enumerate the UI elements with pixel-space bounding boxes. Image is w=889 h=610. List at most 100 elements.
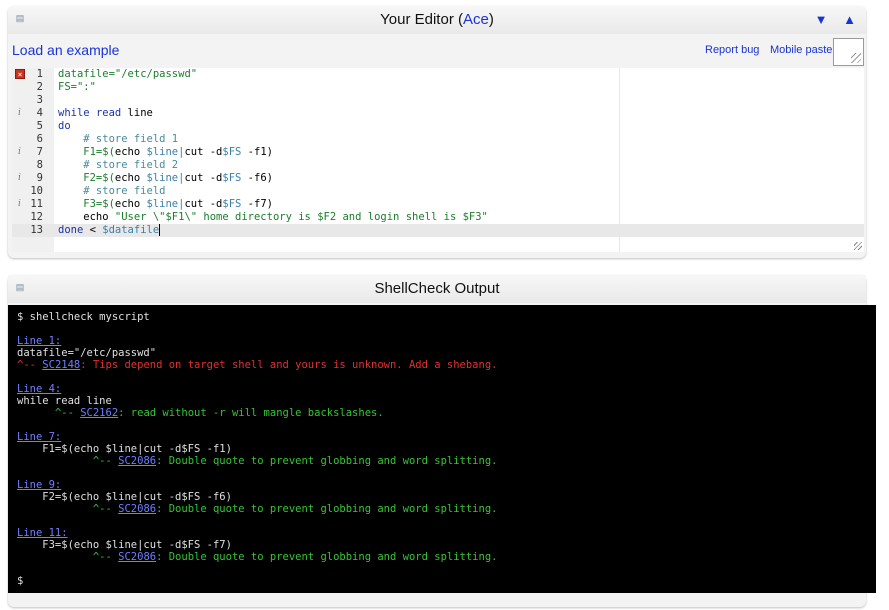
gutter-cell: 13 — [12, 224, 54, 237]
output-line: ^-- SC2162: read without -r will mangle … — [17, 407, 384, 419]
output-titlebar: ▤ ShellCheck Output — [8, 275, 866, 303]
output-text: : Tips depend on target shell and yours … — [80, 359, 498, 371]
line-ref-link[interactable]: Line 4: — [17, 383, 61, 395]
ace-link[interactable]: Ace — [463, 11, 489, 28]
gutter-cell: 6 — [12, 133, 54, 146]
code-token: echo — [114, 146, 147, 158]
line-number: 6 — [36, 133, 43, 145]
output-line: Line 4: — [17, 383, 61, 395]
code-token: $FS — [222, 172, 242, 184]
code-line[interactable]: i7 F1=$(echo $line|cut -d$FS -f1) — [12, 146, 864, 159]
line-number: 12 — [30, 211, 43, 223]
output-line: $ shellcheck myscript — [17, 311, 150, 323]
code-token: $FS — [222, 198, 242, 210]
gutter-cell: 5 — [12, 120, 54, 133]
code-line[interactable]: 10 # store field — [12, 185, 864, 198]
gutter-cell: i4 — [12, 107, 54, 120]
collapse-arrows[interactable]: ▼ ▲ — [815, 6, 862, 34]
sc-code-link[interactable]: SC2086 — [118, 455, 156, 467]
info-icon[interactable]: i — [18, 172, 21, 185]
code-text: done < $datafile — [58, 224, 161, 237]
gutter-cell: i7 — [12, 146, 54, 159]
line-ref-link[interactable]: Line 7: — [17, 431, 61, 443]
output-line: ^-- SC2086: Double quote to prevent glob… — [17, 503, 498, 515]
resize-handle-icon[interactable] — [854, 242, 862, 250]
line-number: 7 — [36, 146, 43, 158]
code-text: datafile="/etc/passwd" — [58, 68, 197, 81]
code-line[interactable]: 8 # store field 2 — [12, 159, 864, 172]
output-text: : read without -r will mangle backslashe… — [118, 407, 384, 419]
code-token: $line — [146, 146, 179, 158]
code-line[interactable]: 12 echo "User \"$F1\" home directory is … — [12, 211, 864, 224]
code-token: F3=$( — [58, 198, 115, 210]
code-text: # store field — [58, 185, 165, 198]
code-text: while read line — [58, 107, 153, 120]
load-example-link[interactable]: Load an example — [12, 42, 119, 58]
code-line[interactable]: 2 FS=":" — [12, 81, 864, 94]
output-text: ^-- — [17, 407, 81, 419]
code-token: FS=":" — [58, 81, 96, 93]
sc-code-link[interactable]: SC2086 — [118, 503, 156, 515]
code-line[interactable]: 13 done < $datafile — [12, 224, 864, 237]
code-token: -f6) — [241, 172, 273, 184]
code-token: $FS — [222, 146, 242, 158]
info-icon[interactable]: i — [18, 107, 21, 120]
info-icon[interactable]: i — [18, 198, 21, 211]
code-text: # store field 2 — [58, 159, 178, 172]
code-text: do — [58, 120, 71, 133]
code-token: read — [95, 107, 122, 119]
gutter-cell: i 11 — [12, 198, 54, 211]
mobile-paste-input[interactable] — [833, 38, 864, 66]
output-text: F2=$(echo $line|cut -d$FS -f6) — [17, 491, 232, 503]
code-line[interactable]: 5 do — [12, 120, 864, 133]
code-token: "/etc/passwd" — [114, 68, 198, 80]
output-text: : Double quote to prevent globbing and w… — [156, 503, 498, 515]
output-text: F1=$(echo $line|cut -d$FS -f1) — [17, 443, 232, 455]
output-text: datafile="/etc/passwd" — [17, 347, 157, 359]
gutter-cell: 2 — [12, 81, 54, 94]
code-token: echo — [114, 172, 147, 184]
code-line[interactable]: 3 — [12, 94, 864, 107]
code-line[interactable]: 6 # store field 1 — [12, 133, 864, 146]
code-line[interactable]: i 4 while read line — [12, 107, 864, 120]
error-icon[interactable]: × — [15, 69, 25, 79]
code-token: F1=$( — [58, 146, 115, 158]
code-token: F2=$( — [58, 172, 115, 184]
line-ref-link[interactable]: Line 1: — [17, 335, 61, 347]
line-ref-link[interactable]: Line 9: — [17, 479, 61, 491]
line-number: 9 — [36, 172, 43, 184]
code-line[interactable]: × 1 datafile="/etc/passwd" — [12, 68, 864, 81]
sc-code-link[interactable]: SC2162 — [80, 407, 118, 419]
code-text: echo "User \"$F1\" home directory is $F2… — [58, 211, 488, 224]
editor-toolbar: Load an example Report bug Mobile paste: — [8, 34, 866, 67]
output-text: ^-- — [17, 551, 119, 563]
info-icon[interactable]: i — [18, 146, 21, 159]
line-number: 10 — [30, 185, 43, 197]
report-bug-link[interactable]: Report bug — [705, 44, 759, 56]
code-line[interactable]: i9 F2=$(echo $line|cut -d$FS -f6) — [12, 172, 864, 185]
output-line: F1=$(echo $line|cut -d$FS -f1) — [17, 443, 232, 455]
code-text: F3=$(echo $line|cut -d$FS -f7) — [58, 198, 273, 211]
output-line: F2=$(echo $line|cut -d$FS -f6) — [17, 491, 232, 503]
code-token: echo — [58, 211, 115, 223]
line-number: 11 — [30, 198, 43, 210]
output-text: : Double quote to prevent globbing and w… — [156, 455, 498, 467]
output-text: while read line — [17, 395, 112, 407]
output-line: ^-- SC2086: Double quote to prevent glob… — [17, 455, 498, 467]
output-line: Line 1: — [17, 335, 61, 347]
sc-code-link[interactable]: SC2086 — [118, 551, 156, 563]
line-ref-link[interactable]: Line 11: — [17, 527, 68, 539]
code-token: # store field 1 — [58, 133, 179, 145]
code-line[interactable]: i 11 F3=$(echo $line|cut -d$FS -f7) — [12, 198, 864, 211]
output-text: F3=$(echo $line|cut -d$FS -f7) — [17, 539, 232, 551]
panel-icon: ▤ — [15, 282, 25, 292]
panel-icon: ▤ — [15, 13, 25, 23]
code-text: # store field 1 — [58, 133, 178, 146]
code-token: line — [121, 107, 153, 119]
code-editor[interactable]: × 1 datafile="/etc/passwd" 2 FS=":" 3 i 4 while … — [12, 68, 864, 252]
editor-titlebar: ▤ Your Editor (Ace) ▼ ▲ — [8, 6, 866, 34]
output-line: ^-- SC2086: Double quote to prevent glob… — [17, 551, 498, 563]
code-token: # store field — [58, 185, 166, 197]
sc-code-link[interactable]: SC2148 — [42, 359, 80, 371]
gutter-cell: 3 — [12, 94, 54, 107]
